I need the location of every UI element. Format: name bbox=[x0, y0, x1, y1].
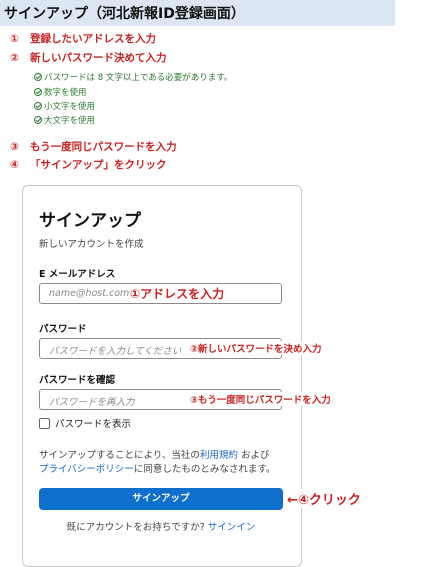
step-1: ① 登録したいアドレスを入力 bbox=[10, 31, 156, 46]
step-text: もう一度同じパスワードを入力 bbox=[30, 141, 177, 153]
annotation-submit: ←④クリック bbox=[287, 489, 361, 508]
step-2: ② 新しいパスワード決めて入力 bbox=[10, 50, 167, 65]
annotation-email: ①アドレスを入力 bbox=[130, 285, 225, 302]
requirement-lowercase: 小文字を使用 bbox=[34, 100, 95, 112]
step-3: ③ もう一度同じパスワードを入力 bbox=[10, 139, 177, 154]
requirement-text: 数字を使用 bbox=[44, 88, 87, 98]
requirement-length: パスワードは 8 文字以上である必要があります。 bbox=[34, 71, 232, 83]
email-label: E メールアドレス bbox=[39, 269, 116, 280]
step-number: ② bbox=[10, 52, 19, 64]
step-text: 「サインアップ」をクリック bbox=[30, 159, 167, 171]
check-circle-icon bbox=[34, 73, 42, 81]
annotation-confirm: ③もう一度同じパスワードを入力 bbox=[190, 392, 331, 406]
confirm-password-label: パスワードを確認 bbox=[39, 375, 116, 386]
signup-button[interactable]: サインアップ bbox=[39, 488, 283, 510]
terms-text: および bbox=[240, 450, 270, 461]
signin-link[interactable]: サインイン bbox=[208, 522, 256, 533]
terms-line-1: サインアップすることにより、当社の利用規約 および bbox=[39, 447, 270, 461]
requirement-uppercase: 大文字を使用 bbox=[34, 114, 95, 126]
check-circle-icon bbox=[34, 116, 42, 124]
requirement-text: パスワードは 8 文字以上である必要があります。 bbox=[44, 73, 233, 83]
check-circle-icon bbox=[34, 102, 42, 110]
show-password-label: パスワードを表示 bbox=[55, 419, 132, 430]
form-subtitle: 新しいアカウントを作成 bbox=[39, 239, 144, 250]
password-placeholder: パスワードを入力してください bbox=[49, 346, 181, 357]
terms-link[interactable]: 利用規約 bbox=[200, 450, 238, 461]
signin-prompt-text: 既にアカウントをお持ちですか? bbox=[66, 522, 205, 533]
requirement-text: 小文字を使用 bbox=[44, 102, 96, 112]
step-text: 新しいパスワード決めて入力 bbox=[30, 52, 167, 64]
step-number: ① bbox=[10, 33, 19, 45]
page-title: サインアップ（河北新報ID登録画面） bbox=[4, 6, 245, 22]
requirement-text: 大文字を使用 bbox=[44, 116, 96, 126]
step-4: ④ 「サインアップ」をクリック bbox=[10, 157, 167, 172]
terms-text: サインアップすることにより、当社の bbox=[39, 450, 200, 461]
annotation-password: ②新しいパスワードを決め入力 bbox=[190, 341, 322, 355]
password-label: パスワード bbox=[39, 324, 87, 335]
step-number: ③ bbox=[10, 141, 19, 153]
email-placeholder: name@host.com bbox=[49, 288, 130, 299]
check-circle-icon bbox=[34, 88, 42, 96]
terms-text: に同意したものとみなされます。 bbox=[133, 464, 276, 475]
privacy-link[interactable]: プライバシーポリシー bbox=[39, 464, 134, 475]
show-password-checkbox[interactable] bbox=[39, 418, 50, 429]
signin-prompt: 既にアカウントをお持ちですか? サインイン bbox=[0, 519, 322, 533]
form-title: サインアップ bbox=[39, 211, 141, 231]
terms-line-2: プライバシーポリシーに同意したものとみなされます。 bbox=[39, 461, 275, 475]
requirement-number: 数字を使用 bbox=[34, 86, 87, 98]
step-text: 登録したいアドレスを入力 bbox=[30, 33, 156, 45]
step-number: ④ bbox=[10, 159, 19, 171]
confirm-password-placeholder: パスワードを再入力 bbox=[49, 397, 135, 408]
